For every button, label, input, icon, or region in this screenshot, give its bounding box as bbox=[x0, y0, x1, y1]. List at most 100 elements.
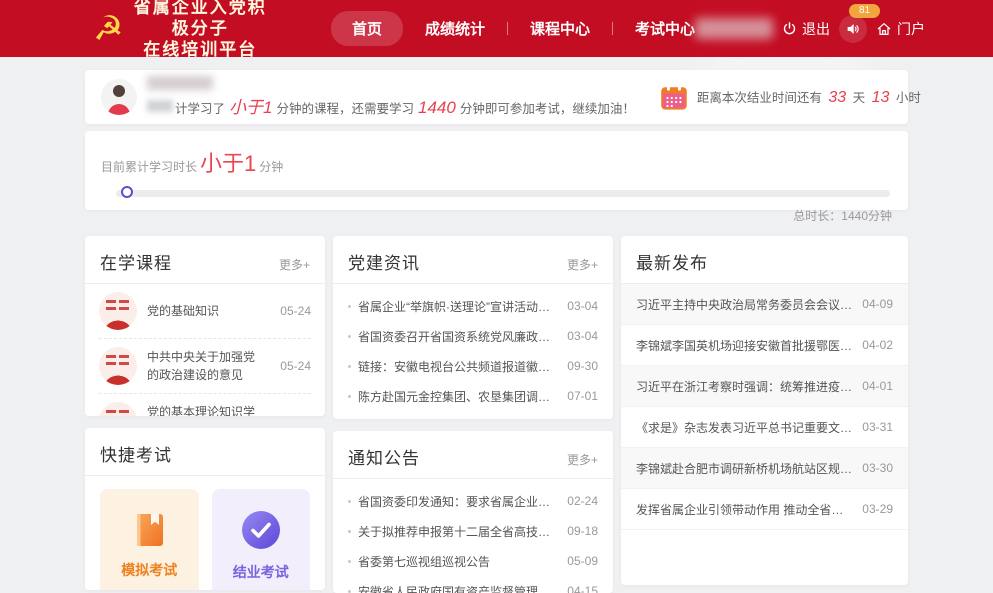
in-progress-courses-card: 在学课程 更多+ 党的基础知识 05-24 中共中央关于加强党的政治建设的意见 … bbox=[85, 236, 325, 416]
username-redacted bbox=[695, 18, 773, 39]
notice-row[interactable]: 关于拟推荐申报第十二届全省高技能人才评选... 09-18 bbox=[348, 516, 598, 546]
latest-row[interactable]: 李锦斌李国英机场迎接安徽首批援鄂医疗队凯... 04-02 bbox=[621, 325, 908, 366]
latest-date: 04-02 bbox=[862, 338, 893, 352]
study-mid: 分钟的课程，还需要学习 bbox=[276, 98, 414, 117]
nav-divider bbox=[612, 22, 613, 35]
party-news-more-link[interactable]: 更多+ bbox=[567, 256, 598, 273]
course-row[interactable]: 党的基础知识 05-24 bbox=[99, 284, 311, 338]
progress-track bbox=[116, 190, 890, 197]
latest-text: 习近平在浙江考察时强调：统筹推进疫情防控... bbox=[636, 378, 852, 395]
total-duration-label: 总时长：1440分钟 bbox=[101, 207, 892, 224]
latest-row[interactable]: 李锦斌赴合肥市调研新桥机场航站区规划建设... 03-30 bbox=[621, 448, 908, 489]
bullet-dot bbox=[348, 305, 351, 308]
logout-button[interactable]: 退出 bbox=[782, 19, 830, 39]
countdown-hours-unit: 小时 bbox=[896, 91, 921, 105]
app-title-line1: 省属企业入党积极分子 bbox=[131, 0, 268, 39]
right-column: 最新发布 习近平主持中央政治局常务委员会会议 分析国... 04-09 李锦斌李… bbox=[621, 236, 908, 585]
latest-header: 最新发布 bbox=[621, 236, 908, 284]
course-thumbnail bbox=[99, 402, 137, 416]
news-row[interactable]: 链接：安徽电视台公共频道报道徽商职业学院... 09-30 bbox=[348, 351, 598, 381]
nav-home[interactable]: 首页 bbox=[331, 11, 403, 46]
news-date: 03-04 bbox=[567, 299, 598, 313]
latest-row[interactable]: 发挥省属企业引领带动作用 推动全省企业尽快... 03-29 bbox=[621, 489, 908, 530]
nav-score-stats[interactable]: 成绩统计 bbox=[425, 18, 485, 39]
brand: ☭ 省属企业入党积极分子 在线培训平台 bbox=[93, 0, 269, 60]
notice-text: 省委第七巡视组巡视公告 bbox=[358, 553, 559, 570]
nav-exam-center[interactable]: 考试中心 bbox=[635, 18, 695, 39]
news-row[interactable]: 省国资委召开省国资系统党风廉政建设和反腐... 03-04 bbox=[348, 321, 598, 351]
latest-list: 习近平主持中央政治局常务委员会会议 分析国... 04-09 李锦斌李国英机场迎… bbox=[621, 284, 908, 530]
required-minutes-value: 1440 bbox=[414, 98, 460, 118]
notice-row[interactable]: 安徽省人民政府国有资产监督管理委员会网站... 04-15 bbox=[348, 576, 598, 593]
news-date: 09-30 bbox=[567, 359, 598, 373]
calendar-icon bbox=[661, 85, 687, 110]
app-title: 省属企业入党积极分子 在线培训平台 bbox=[131, 0, 268, 60]
latest-row[interactable]: 习近平在浙江考察时强调：统筹推进疫情防控... 04-01 bbox=[621, 366, 908, 407]
check-circle-icon bbox=[241, 510, 281, 550]
notice-text: 关于拟推荐申报第十二届全省高技能人才评选... bbox=[358, 523, 559, 540]
mock-exam-tile[interactable]: 模拟考试 bbox=[100, 489, 199, 590]
news-date: 07-01 bbox=[567, 389, 598, 403]
latest-date: 03-31 bbox=[862, 420, 893, 434]
notices-title: 通知公告 bbox=[348, 444, 420, 469]
bullet-dot bbox=[348, 335, 351, 338]
duration-unit: 分钟 bbox=[259, 158, 283, 175]
news-date: 03-04 bbox=[567, 329, 598, 343]
notice-row[interactable]: 省委第七巡视组巡视公告 05-09 bbox=[348, 546, 598, 576]
logout-label: 退出 bbox=[802, 19, 830, 39]
news-text: 省属企业“举旗帜·送理论”宣讲活动走进华安... bbox=[358, 298, 559, 315]
latest-date: 04-01 bbox=[862, 379, 893, 393]
course-row[interactable]: 中共中央关于加强党的政治建设的意见 05-24 bbox=[99, 338, 311, 393]
news-text: 链接：安徽电视台公共频道报道徽商职业学院... bbox=[358, 358, 559, 375]
news-row[interactable]: “红色基因”凝聚海螺集团高质量发展磅礴力... 07-01 bbox=[348, 411, 598, 419]
party-news-card: 党建资讯 更多+ 省属企业“举旗帜·送理论”宣讲活动走进华安... 03-04 … bbox=[333, 236, 613, 419]
portal-button[interactable]: 门户 bbox=[876, 19, 925, 39]
nav-course-center[interactable]: 课程中心 bbox=[530, 18, 590, 39]
party-news-header: 党建资讯 更多+ bbox=[333, 236, 613, 284]
course-row[interactable]: 党的基本理论知识学习手册 05-24 bbox=[99, 393, 311, 416]
final-exam-label: 结业考试 bbox=[233, 562, 289, 582]
party-emblem-icon: ☭ bbox=[93, 12, 123, 46]
completion-countdown: 距离本次结业时间还有 33 天 13 小时 bbox=[635, 85, 921, 110]
user-study-summary: 计学习了 小于1 分钟的课程，还需要学习 1440 分钟即可参加考试，继续加油！ bbox=[101, 76, 635, 118]
study-prefix: 计学习了 bbox=[175, 98, 225, 117]
course-thumbnail bbox=[99, 292, 137, 330]
final-exam-tile[interactable]: 结业考试 bbox=[212, 489, 311, 590]
studied-minutes-value: 小于1 bbox=[225, 93, 276, 118]
bullet-dot bbox=[348, 530, 351, 533]
latest-text: 习近平主持中央政治局常务委员会会议 分析国... bbox=[636, 296, 852, 313]
study-duration-card: 目前累计学习时长 小于1 分钟 总时长：1440分钟 bbox=[85, 131, 908, 210]
announcement-button[interactable]: 81 bbox=[839, 15, 867, 43]
notices-header: 通知公告 更多+ bbox=[333, 431, 613, 479]
news-row[interactable]: 陈方赴国元金控集团、农垦集团调研督导 07-01 bbox=[348, 381, 598, 411]
latest-row[interactable]: 《求是》杂志发表习近平总书记重要文章《在... 03-31 bbox=[621, 407, 908, 448]
latest-row[interactable]: 习近平主持中央政治局常务委员会会议 分析国... 04-09 bbox=[621, 284, 908, 325]
header-right: 退出 81 门户 bbox=[695, 15, 925, 43]
notice-date: 09-18 bbox=[567, 524, 598, 538]
notice-text: 省国资委印发通知：要求省属企业认真贯彻落... bbox=[358, 493, 559, 510]
courses-more-link[interactable]: 更多+ bbox=[279, 256, 310, 273]
bullet-dot bbox=[348, 590, 351, 593]
app-header: ☭ 省属企业入党积极分子 在线培训平台 首页 成绩统计 课程中心 考试中心 退出 bbox=[0, 0, 993, 57]
study-summary-bar: 计学习了 小于1 分钟的课程，还需要学习 1440 分钟即可参加考试，继续加油！ bbox=[85, 70, 908, 124]
notice-date: 05-09 bbox=[567, 554, 598, 568]
news-row[interactable]: 省属企业“举旗帜·送理论”宣讲活动走进华安... 03-04 bbox=[348, 291, 598, 321]
bullet-dot bbox=[348, 395, 351, 398]
app-title-line2: 在线培训平台 bbox=[131, 39, 268, 60]
progress-handle[interactable] bbox=[121, 186, 133, 198]
news-text: 陈方赴国元金控集团、农垦集团调研督导 bbox=[358, 388, 559, 405]
course-date: 05-24 bbox=[280, 414, 311, 416]
study-suffix: 分钟即可参加考试，继续加油！ bbox=[460, 98, 635, 117]
course-date: 05-24 bbox=[280, 359, 311, 373]
quick-exam-title: 快捷考试 bbox=[100, 441, 172, 466]
news-text: 省国资委召开省国资系统党风廉政建设和反腐... bbox=[358, 328, 559, 345]
nav-divider bbox=[507, 22, 508, 35]
course-list: 党的基础知识 05-24 中共中央关于加强党的政治建设的意见 05-24 党的基… bbox=[85, 284, 325, 416]
notification-badge: 81 bbox=[849, 4, 880, 18]
home-icon bbox=[876, 21, 892, 37]
notice-row[interactable]: 省国资委印发通知：要求省属企业认真贯彻落... 02-24 bbox=[348, 486, 598, 516]
username-redacted bbox=[147, 76, 213, 90]
party-news-list: 省属企业“举旗帜·送理论”宣讲活动走进华安... 03-04 省国资委召开省国资… bbox=[333, 284, 613, 419]
course-thumbnail bbox=[99, 347, 137, 385]
notices-more-link[interactable]: 更多+ bbox=[567, 451, 598, 468]
